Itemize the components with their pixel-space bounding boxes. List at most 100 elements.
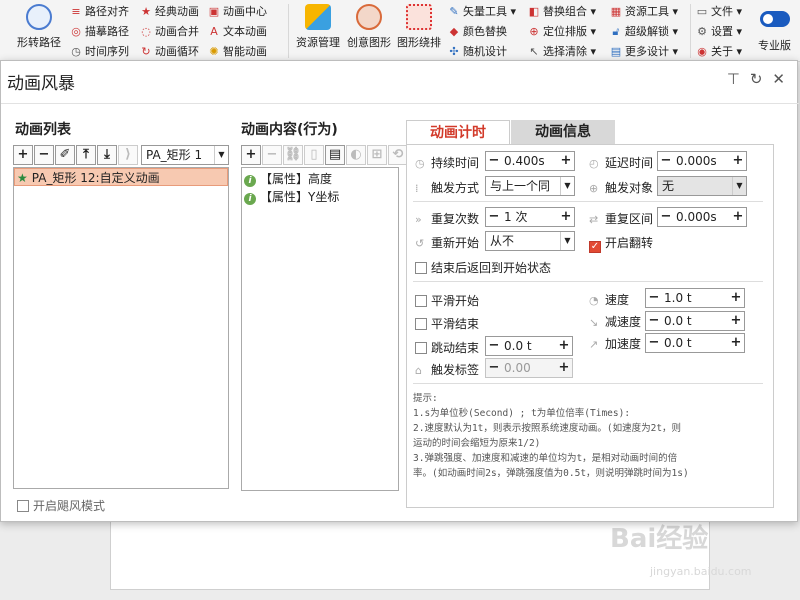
increment-button[interactable]: + <box>556 359 572 377</box>
group-icon[interactable]: ⊞ <box>367 145 387 165</box>
brush-icon[interactable]: ✐ <box>55 145 75 165</box>
smooth-end-option[interactable]: 平滑结束 <box>415 315 479 332</box>
pro-toggle[interactable] <box>760 11 790 27</box>
ribbon-settings[interactable]: ⚙ 设置 ▾ <box>696 23 742 41</box>
trigger-target-label: ⊕ 触发对象 <box>589 181 654 195</box>
decrement-button[interactable]: − <box>646 289 662 307</box>
smooth-start-option[interactable]: 平滑开始 <box>415 292 479 309</box>
move-bottom-icon[interactable]: ⤓ <box>97 145 117 165</box>
remove-icon[interactable]: − <box>34 145 54 165</box>
flip-option[interactable]: ✓ 开启翻转 <box>589 234 653 253</box>
animation-list-toolbar: + − ✐ ⤒ ⤓ ⟩ <box>13 145 138 165</box>
ribbon-path-align[interactable]: ≡ 路径对齐 <box>70 3 129 21</box>
tab-info[interactable]: 动画信息 <box>511 120 615 144</box>
checkbox[interactable] <box>415 262 427 274</box>
return-option[interactable]: 结束后返回到开始状态 <box>415 259 551 276</box>
ribbon-vector-tools[interactable]: ✎ 矢量工具 ▾ <box>448 3 516 21</box>
chevron-down-icon: ▼ <box>732 177 746 195</box>
delay-stepper[interactable]: −0.000s + <box>657 151 747 171</box>
bounce-end-stepper[interactable]: −0.0 t + <box>485 336 573 356</box>
target-icon: ⊕ <box>529 25 539 38</box>
increment-button[interactable]: + <box>728 289 744 307</box>
ribbon-smart-anim[interactable]: ✺ 智能动画 <box>208 43 267 61</box>
increment-button[interactable]: + <box>556 337 572 355</box>
trace-icon: ◎ <box>71 25 81 38</box>
trigger-tag-stepper[interactable]: −0.00 + <box>485 358 573 378</box>
ribbon-divider <box>690 4 691 58</box>
decrement-button[interactable]: − <box>658 208 674 226</box>
ribbon-select-clear[interactable]: ↖ 选择清除 ▾ <box>528 43 596 61</box>
duration-stepper[interactable]: −0.400s + <box>485 151 575 171</box>
decrement-button[interactable]: − <box>658 152 674 170</box>
ribbon-super-unlock[interactable]: 🔓︎ 超级解锁 ▾ <box>610 23 678 41</box>
speed-stepper[interactable]: −1.0 t + <box>645 288 745 308</box>
shape-selector[interactable]: PA_矩形 1 ▼ <box>141 145 229 165</box>
pin-icon[interactable]: ⊤ <box>727 70 740 88</box>
ribbon-replace-group[interactable]: ◧ 替换组合 ▾ <box>528 3 596 21</box>
copy-icon[interactable]: ▯ <box>304 145 324 165</box>
align-icon: ≡ <box>71 5 81 18</box>
decrement-button[interactable]: − <box>486 152 502 170</box>
list-item[interactable]: i 【属性】Y坐标 <box>242 188 398 206</box>
ribbon-anim-loop[interactable]: ↻ 动画循环 <box>140 43 199 61</box>
ribbon-file[interactable]: ▭ 文件 ▾ <box>696 3 742 21</box>
repeat-stepper[interactable]: −1 次 + <box>485 207 575 227</box>
ribbon-color-replace[interactable]: ◆ 颜色替换 <box>448 23 507 41</box>
add-icon[interactable]: + <box>241 145 261 165</box>
ribbon-anim-merge[interactable]: ◌ 动画合并 <box>140 23 199 41</box>
bracket-icon[interactable]: ⟩ <box>118 145 138 165</box>
checkbox[interactable]: ✓ <box>589 241 601 253</box>
contrast-icon[interactable]: ◐ <box>346 145 366 165</box>
loop-icon[interactable]: ⟲ <box>388 145 408 165</box>
checkbox[interactable] <box>415 342 427 354</box>
remove-icon[interactable]: − <box>262 145 282 165</box>
restart-icon: ↺ <box>415 237 425 250</box>
decrement-button[interactable]: − <box>486 359 502 377</box>
storm-mode-option[interactable]: 开启飓风模式 <box>17 497 105 514</box>
document-icon[interactable]: ▤ <box>325 145 345 165</box>
increment-button[interactable]: + <box>558 152 574 170</box>
restart-select[interactable]: 从不 ▼ <box>485 231 575 251</box>
ribbon-classic-anim[interactable]: ★ 经典动画 <box>140 3 199 21</box>
increment-button[interactable]: + <box>730 208 746 226</box>
ribbon-resource-tools[interactable]: ▦ 资源工具 ▾ <box>610 3 678 21</box>
ribbon-random-design[interactable]: ✣ 随机设计 <box>448 43 507 61</box>
tab-timing[interactable]: 动画计时 <box>406 120 510 144</box>
ribbon-anim-center[interactable]: ▣ 动画中心 <box>208 3 267 21</box>
increment-button[interactable]: + <box>558 208 574 226</box>
checkbox[interactable] <box>17 500 29 512</box>
decel-stepper[interactable]: −0.0 t + <box>645 311 745 331</box>
shape-wrap-button[interactable]: 图形绕排 <box>394 4 444 50</box>
list-item[interactable]: i 【属性】高度 <box>242 170 398 188</box>
move-top-icon[interactable]: ⤒ <box>76 145 96 165</box>
repeat-interval-stepper[interactable]: −0.000s + <box>657 207 747 227</box>
checkbox[interactable] <box>415 295 427 307</box>
accel-stepper[interactable]: −0.0 t + <box>645 333 745 353</box>
list-item[interactable]: ★ PA_矩形 12:自定义动画 <box>14 168 228 186</box>
resource-manager-button[interactable]: 资源管理 <box>292 4 344 50</box>
link-icon[interactable]: ⛓ <box>283 145 303 165</box>
decrement-button[interactable]: − <box>646 312 662 330</box>
shape-to-path-button[interactable]: 形转路径 <box>14 4 64 50</box>
trigger-select[interactable]: 与上一个同 ▼ <box>485 176 575 196</box>
ribbon-about[interactable]: ◉ 关于 ▾ <box>696 43 742 61</box>
trigger-target-select[interactable]: 无 ▼ <box>657 176 747 196</box>
add-icon[interactable]: + <box>13 145 33 165</box>
ribbon-time-series[interactable]: ◷ 时间序列 <box>70 43 129 61</box>
close-icon[interactable]: ✕ <box>772 70 785 88</box>
increment-button[interactable]: + <box>728 312 744 330</box>
increment-button[interactable]: + <box>728 334 744 352</box>
creative-shape-button[interactable]: 创意图形 <box>344 4 394 50</box>
ribbon-position-layout[interactable]: ⊕ 定位排版 ▾ <box>528 23 596 41</box>
ribbon-more-design[interactable]: ▤ 更多设计 ▾ <box>610 43 678 61</box>
decrement-button[interactable]: − <box>486 208 502 226</box>
ribbon-text-anim[interactable]: A 文本动画 <box>208 23 267 41</box>
bounce-end-option[interactable]: 跳动结束 <box>415 339 479 356</box>
checkbox[interactable] <box>415 318 427 330</box>
decrement-button[interactable]: − <box>646 334 662 352</box>
ribbon-trace-path[interactable]: ◎ 描摹路径 <box>70 23 129 41</box>
grid-icon <box>305 4 331 30</box>
decrement-button[interactable]: − <box>486 337 502 355</box>
refresh-icon[interactable]: ↻ <box>750 70 763 88</box>
increment-button[interactable]: + <box>730 152 746 170</box>
